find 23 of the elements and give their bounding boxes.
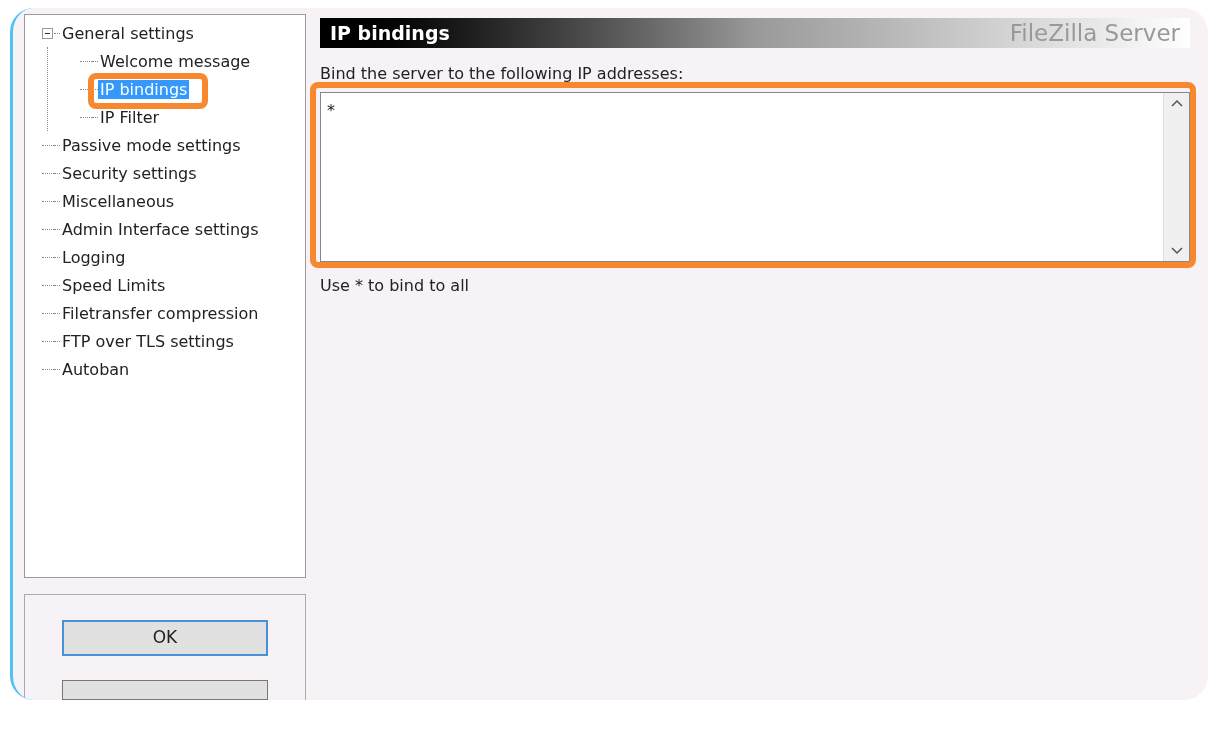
partial-button[interactable]	[62, 680, 268, 700]
scrollbar[interactable]	[1163, 93, 1189, 261]
field-label: Bind the server to the following IP addresses:	[320, 63, 685, 85]
brand-name: FileZilla Server	[1009, 18, 1180, 48]
tree-item[interactable]: IP Filter	[98, 107, 162, 127]
tree-item[interactable]: General settings	[60, 23, 196, 43]
ok-button[interactable]: OK	[62, 620, 268, 656]
tree-item[interactable]: FTP over TLS settings	[60, 331, 236, 351]
page-title: IP bindings	[330, 20, 450, 46]
tree-item[interactable]: Miscellaneous	[60, 191, 177, 211]
hint-text: Use * to bind to all	[320, 275, 471, 297]
collapse-icon[interactable]	[42, 27, 53, 39]
scroll-down-icon[interactable]	[1170, 247, 1183, 255]
scroll-up-icon[interactable]	[1170, 99, 1183, 107]
tree-item[interactable]: Admin Interface settings	[60, 219, 261, 239]
tree-item[interactable]: Speed Limits	[60, 275, 168, 295]
tree-item[interactable]: Welcome message	[98, 51, 253, 71]
tree-item[interactable]: Autoban	[60, 359, 132, 379]
tree-item[interactable]: Passive mode settings	[60, 135, 243, 155]
ip-address-field[interactable]: *	[320, 92, 1190, 262]
tree-item[interactable]: Filetransfer compression	[60, 303, 261, 323]
tree-item[interactable]: Security settings	[60, 163, 199, 183]
tree-item[interactable]: Logging	[60, 247, 128, 267]
